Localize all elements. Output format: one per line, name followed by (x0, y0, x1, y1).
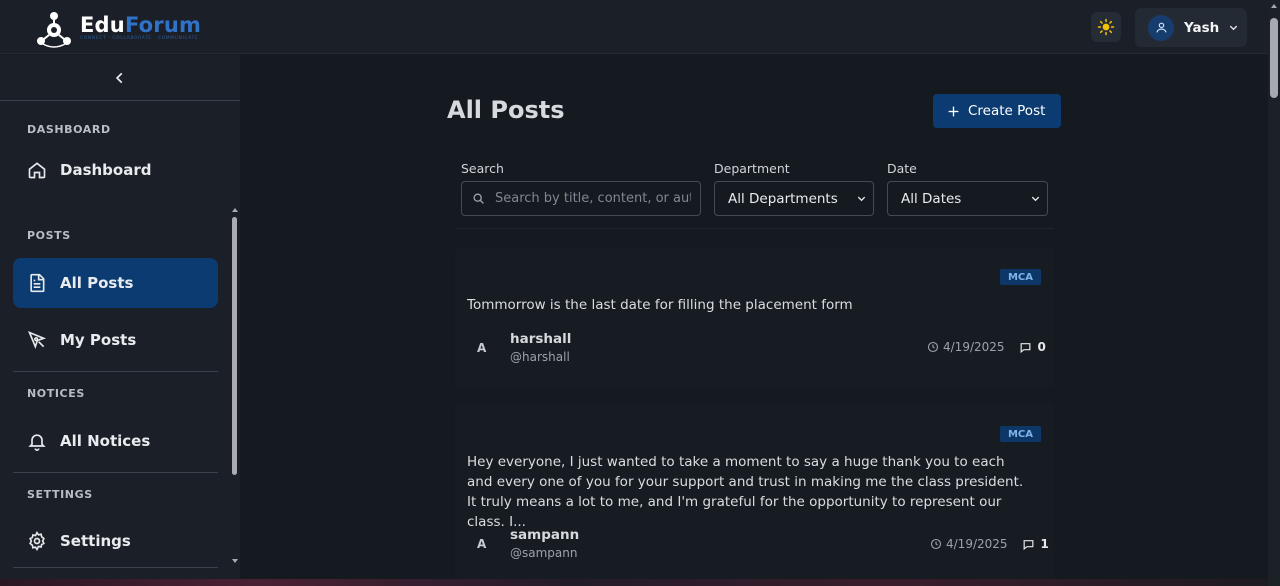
user-menu-button[interactable]: Yash (1135, 8, 1247, 47)
desktop-background-strip (0, 579, 1268, 586)
brand-name: EduForum (80, 13, 202, 37)
sidebar-scrollbar[interactable] (232, 217, 237, 475)
sidebar-scroll-up-arrow[interactable] (232, 208, 238, 212)
department-badge: MCA (1000, 426, 1041, 442)
sidebar-item-label: My Posts (60, 331, 137, 349)
author-name[interactable]: sampann (510, 527, 579, 543)
clock-icon (930, 538, 942, 550)
avatar (1148, 14, 1174, 41)
gear-icon (29, 531, 45, 551)
post-date: 4/19/2025 (943, 340, 1005, 354)
sidebar-item-label: Dashboard (60, 161, 152, 179)
department-select[interactable]: All Departments (714, 181, 874, 216)
sidebar-item-label: All Posts (60, 274, 134, 292)
chevron-down-icon (1230, 25, 1238, 31)
create-post-button[interactable]: Create Post (933, 94, 1061, 128)
comment-icon (1023, 539, 1033, 550)
page-scroll-up-arrow[interactable] (1271, 4, 1277, 8)
author-avatar: A (477, 341, 487, 355)
department-selected-value: All Departments (728, 190, 838, 207)
chevron-down-icon (1031, 196, 1040, 202)
date-selected-value: All Dates (901, 190, 962, 207)
author-handle: @harshall (510, 350, 570, 364)
theme-toggle-button[interactable] (1091, 12, 1121, 42)
post-meta: 4/19/2025 1 (930, 537, 1049, 551)
search-label: Search (461, 161, 504, 176)
comment-count: 1 (1040, 537, 1049, 551)
section-posts-heading: POSTS (27, 229, 71, 242)
author-handle: @sampann (510, 546, 578, 560)
brand-logo[interactable]: EduForum CONNECT · COLLABORATE · COMMUNI… (34, 10, 201, 50)
post-content: Hey everyone, I just wanted to take a mo… (467, 454, 1024, 530)
pen-icon (27, 330, 47, 350)
sidebar-item-all-notices[interactable]: All Notices (13, 416, 218, 466)
sidebar-item-dashboard[interactable]: Dashboard (13, 145, 218, 195)
section-settings-heading: SETTINGS (27, 488, 93, 501)
search-input[interactable] (495, 191, 691, 206)
sun-icon (1097, 18, 1115, 36)
filter-divider (455, 228, 1054, 229)
section-dashboard-heading: DASHBOARD (27, 123, 111, 136)
author-name[interactable]: harshall (510, 331, 571, 347)
sidebar-divider (13, 472, 218, 473)
sidebar-item-all-posts[interactable]: All Posts (13, 258, 218, 308)
user-name: Yash (1184, 19, 1220, 36)
comment-icon (1020, 342, 1030, 353)
document-icon (30, 273, 45, 293)
section-notices-heading: NOTICES (27, 387, 85, 400)
home-icon (28, 162, 46, 179)
comment-count: 0 (1037, 340, 1046, 354)
sidebar-divider (13, 371, 218, 372)
sidebar-scroll-down-arrow[interactable] (232, 559, 238, 563)
search-field[interactable] (461, 181, 701, 216)
chevron-down-icon (857, 196, 866, 202)
sidebar-item-label: All Notices (60, 432, 151, 450)
logo-mark-icon (37, 12, 71, 48)
sidebar: DASHBOARD Dashboard POSTS All Posts My P… (0, 55, 240, 586)
department-badge: MCA (1000, 269, 1041, 285)
author-avatar: A (477, 537, 487, 551)
date-label: Date (887, 161, 917, 176)
page-title: All Posts (447, 96, 565, 124)
sidebar-item-settings[interactable]: Settings (13, 516, 218, 566)
post-content: Tommorrow is the last date for filling t… (467, 297, 853, 313)
sidebar-collapse-button[interactable] (0, 55, 240, 101)
search-icon (473, 193, 484, 204)
post-date: 4/19/2025 (946, 537, 1008, 551)
chevron-left-icon (115, 72, 123, 83)
brand-tagline: CONNECT · COLLABORATE · COMMUNICATE (80, 36, 199, 41)
date-select[interactable]: All Dates (887, 181, 1048, 216)
post-card[interactable]: MCA Tommorrow is the last date for filli… (455, 247, 1054, 387)
department-label: Department (714, 161, 790, 176)
top-bar: EduForum CONNECT · COLLABORATE · COMMUNI… (0, 0, 1268, 54)
clock-icon (927, 341, 939, 353)
user-icon (1156, 22, 1166, 33)
main-content: All Posts Create Post Search Department … (240, 55, 1268, 586)
post-meta: 4/19/2025 0 (927, 340, 1046, 354)
sidebar-divider (13, 567, 218, 568)
plus-icon (948, 106, 959, 116)
create-post-label: Create Post (968, 103, 1046, 119)
post-card[interactable]: MCA Hey everyone, I just wanted to take … (455, 404, 1054, 586)
page-scrollbar-thumb[interactable] (1270, 18, 1278, 98)
sidebar-item-label: Settings (60, 532, 131, 550)
bell-icon (28, 434, 46, 451)
sidebar-item-my-posts[interactable]: My Posts (13, 315, 218, 365)
